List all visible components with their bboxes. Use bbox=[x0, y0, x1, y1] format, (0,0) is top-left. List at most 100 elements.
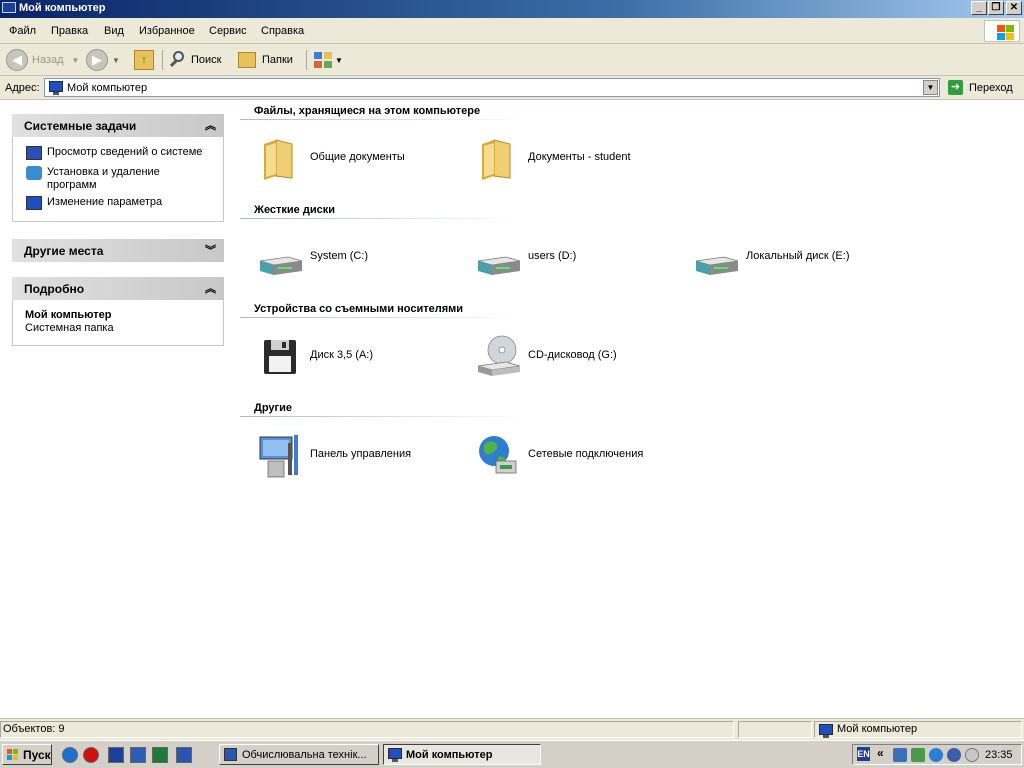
restore-button[interactable]: ❐ bbox=[988, 1, 1004, 15]
network-tray-icon[interactable] bbox=[893, 748, 907, 762]
item-label: users (D:) bbox=[528, 250, 577, 262]
search-icon bbox=[169, 51, 187, 69]
details-panel: Мой компьютер Системная папка bbox=[12, 300, 224, 346]
media-icon[interactable] bbox=[108, 747, 124, 763]
internet-explorer-icon[interactable] bbox=[62, 747, 78, 763]
address-dropdown-button[interactable]: ▼ bbox=[923, 80, 938, 95]
title-bar[interactable]: Мой компьютер _ ❐ ✕ bbox=[0, 0, 1024, 18]
taskbar-window-word-document[interactable]: Обчислювальна технік... bbox=[219, 744, 379, 765]
item-network-connections[interactable]: Сетевые подключения bbox=[476, 431, 696, 479]
address-bar: Адрес: Мой компьютер ▼ ➜ Переход bbox=[0, 76, 1024, 100]
settings-tray-icon[interactable] bbox=[947, 748, 961, 762]
control-panel-icon bbox=[259, 435, 298, 478]
collapse-icon[interactable]: ︽ bbox=[205, 117, 216, 133]
excel-icon[interactable] bbox=[152, 747, 168, 763]
go-button[interactable]: ➜ Переход bbox=[946, 78, 1020, 97]
start-button[interactable]: Пуск bbox=[2, 744, 52, 765]
item-drive-d[interactable]: users (D:) bbox=[476, 233, 676, 281]
save-disk-icon[interactable] bbox=[130, 747, 146, 763]
power-tray-icon[interactable] bbox=[929, 748, 943, 762]
address-label: Адрес: bbox=[5, 82, 40, 94]
chevron-down-icon[interactable]: ▼ bbox=[112, 56, 120, 65]
other-places-header[interactable]: Другие места ︾ bbox=[12, 239, 224, 262]
details-title: Подробно bbox=[24, 282, 85, 296]
item-label: Панель управления bbox=[310, 448, 412, 460]
language-indicator[interactable]: EN bbox=[857, 747, 870, 761]
search-button[interactable]: Поиск bbox=[169, 48, 221, 72]
item-shared-documents[interactable]: Общие документы bbox=[258, 134, 458, 182]
group-divider bbox=[240, 218, 528, 219]
item-control-panel[interactable]: Панель управления bbox=[258, 431, 458, 479]
windows-flag-icon bbox=[7, 749, 19, 761]
clock[interactable]: 23:35 bbox=[985, 749, 1013, 761]
cd-drive-icon bbox=[477, 335, 520, 376]
details-header[interactable]: Подробно ︽ bbox=[12, 277, 224, 300]
item-label: Локальный диск (E:) bbox=[746, 250, 850, 262]
connection-tray-icon[interactable] bbox=[911, 748, 925, 762]
back-button[interactable]: ◀ Назад ▼ bbox=[6, 48, 79, 72]
close-button[interactable]: ✕ bbox=[1006, 1, 1022, 15]
group-divider bbox=[240, 317, 528, 318]
item-floppy-a[interactable]: Диск 3,5 (A:) bbox=[258, 332, 458, 380]
task-change-setting[interactable]: Изменение параметра bbox=[47, 196, 162, 209]
status-location: Мой компьютер bbox=[837, 723, 918, 735]
views-button[interactable]: ▼ bbox=[313, 48, 343, 72]
system-tasks-header[interactable]: Системные задачи ︽ bbox=[12, 114, 224, 137]
window-title: Мой компьютер bbox=[19, 2, 106, 14]
status-bar: Объектов: 9 Мой компьютер bbox=[0, 718, 1024, 740]
taskbar: Пуск Обчислювальна технік... Мой компьют… bbox=[0, 740, 1024, 768]
item-label: Документы - student bbox=[528, 151, 631, 163]
item-drive-e[interactable]: Локальный диск (E:) bbox=[694, 233, 914, 281]
back-arrow-icon: ◀ bbox=[6, 49, 28, 71]
toolbar-separator bbox=[306, 50, 307, 70]
item-cd-drive-g[interactable]: CD-дисковод (G:) bbox=[476, 332, 676, 380]
menu-favorites[interactable]: Избранное bbox=[139, 25, 195, 37]
go-arrow-icon: ➜ bbox=[948, 80, 963, 95]
menu-tools[interactable]: Сервис bbox=[209, 25, 247, 37]
menu-edit[interactable]: Правка bbox=[51, 25, 88, 37]
menu-file[interactable]: Файл bbox=[9, 25, 36, 37]
menu-help[interactable]: Справка bbox=[261, 25, 304, 37]
volume-tray-icon[interactable] bbox=[965, 748, 979, 762]
folders-button[interactable]: Папки bbox=[238, 48, 293, 72]
control-panel-small-icon bbox=[26, 196, 42, 210]
back-label: Назад bbox=[32, 54, 64, 66]
task-view-system-info[interactable]: Просмотр сведений о системе bbox=[47, 146, 202, 159]
details-type: Системная папка bbox=[25, 322, 114, 334]
folders-label: Папки bbox=[262, 54, 293, 66]
go-label: Переход bbox=[969, 82, 1013, 94]
word-icon[interactable] bbox=[176, 747, 192, 763]
hard-drive-icon bbox=[477, 256, 520, 275]
chevron-down-icon[interactable]: ▼ bbox=[72, 56, 80, 65]
chevron-down-icon[interactable]: ▼ bbox=[335, 56, 343, 65]
group-divider bbox=[240, 119, 528, 120]
menu-view[interactable]: Вид bbox=[104, 25, 124, 37]
network-globe-icon bbox=[479, 436, 517, 474]
collapse-icon[interactable]: ︽ bbox=[205, 280, 216, 296]
opera-icon[interactable] bbox=[83, 747, 99, 763]
forward-button[interactable]: ▶ ▼ bbox=[86, 48, 120, 72]
item-drive-c[interactable]: System (C:) bbox=[258, 233, 458, 281]
address-value: Мой компьютер bbox=[67, 82, 148, 94]
taskbar-window-my-computer[interactable]: Мой компьютер bbox=[383, 744, 541, 765]
hard-drive-icon bbox=[259, 256, 302, 275]
menu-bar: Файл Правка Вид Избранное Сервис Справка bbox=[0, 18, 1024, 44]
forward-arrow-icon: ▶ bbox=[86, 49, 108, 71]
expand-icon[interactable]: ︾ bbox=[205, 242, 216, 258]
toolbar-separator bbox=[162, 50, 163, 70]
views-icon bbox=[313, 51, 335, 69]
address-input[interactable]: Мой компьютер ▼ bbox=[44, 78, 940, 97]
folders-icon bbox=[238, 52, 256, 68]
add-remove-programs-icon bbox=[26, 166, 42, 180]
item-label: Диск 3,5 (A:) bbox=[310, 349, 374, 361]
my-computer-icon bbox=[819, 724, 833, 738]
minimize-button[interactable]: _ bbox=[971, 1, 987, 15]
show-hidden-icons-button[interactable]: « bbox=[877, 746, 884, 760]
up-button[interactable]: ↑ bbox=[134, 48, 154, 72]
task-add-remove-programs[interactable]: Установка и удаление программ bbox=[47, 166, 177, 192]
windows-logo-icon bbox=[984, 20, 1020, 42]
item-student-documents[interactable]: Документы - student bbox=[476, 134, 676, 182]
status-location-pane: Мой компьютер bbox=[814, 721, 1022, 738]
system-tasks-title: Системные задачи bbox=[24, 119, 137, 133]
word-document-icon bbox=[224, 748, 237, 761]
